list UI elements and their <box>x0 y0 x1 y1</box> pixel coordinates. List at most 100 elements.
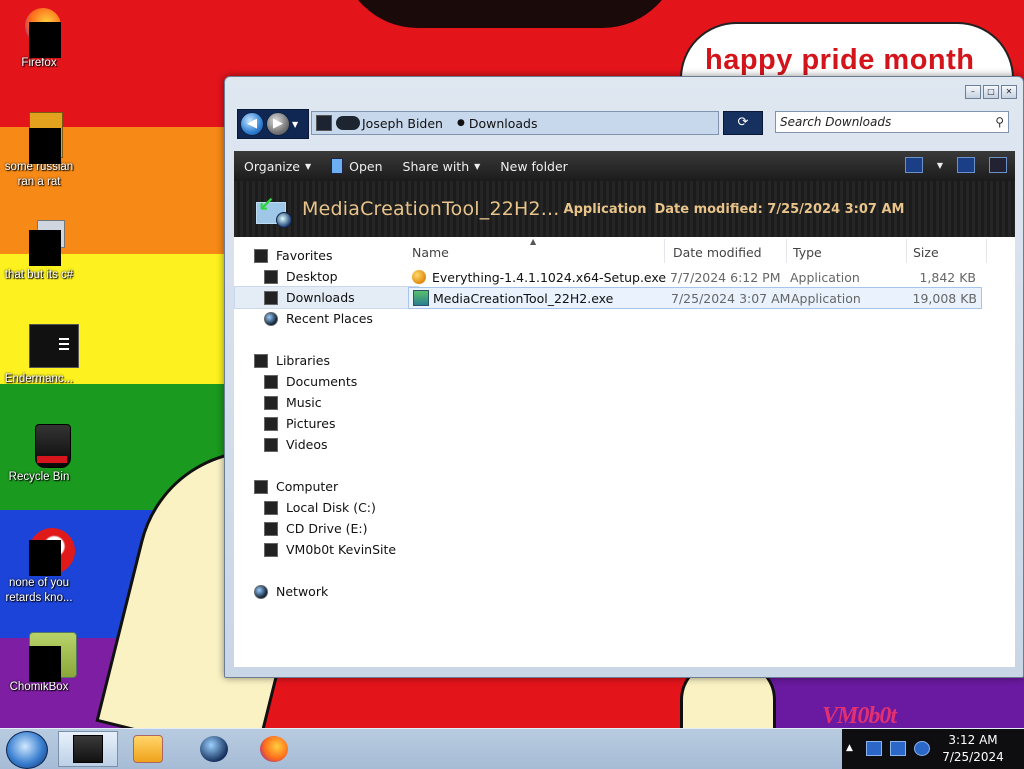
search-box[interactable]: Search Downloads ⚲ <box>775 111 1009 133</box>
nav-network[interactable]: Network <box>254 581 328 602</box>
minimize-button[interactable]: – <box>965 85 981 99</box>
globe-icon <box>200 736 228 762</box>
desktop-icon-firefox[interactable]: Firefox <box>0 6 78 71</box>
star-icon <box>254 248 268 263</box>
nav-label: CD Drive (E:) <box>286 521 368 536</box>
everything-key-icon <box>412 270 426 284</box>
address-bar[interactable]: Joseph Biden ● Downloads <box>311 111 719 135</box>
column-divider[interactable] <box>986 239 987 263</box>
nav-favorites[interactable]: Favorites <box>254 245 332 266</box>
change-view-icon[interactable] <box>904 157 923 173</box>
nav-documents[interactable]: Documents <box>264 371 357 392</box>
nav-desktop[interactable]: Desktop <box>264 266 338 287</box>
selected-file-title: MediaCreationTool_22H2... <box>302 198 560 220</box>
preview-pane-icon[interactable] <box>957 157 975 173</box>
taskbar: ▲ <box>0 728 1024 769</box>
computer-icon <box>254 479 268 494</box>
organize-label: Organize <box>244 158 300 174</box>
taskbar-browser[interactable] <box>184 731 244 767</box>
nav-label: Music <box>286 395 322 410</box>
nav-pictures[interactable]: Pictures <box>264 413 336 434</box>
nav-cd-drive[interactable]: CD Drive (E:) <box>264 518 368 539</box>
column-label: Type <box>793 245 822 260</box>
desktop-icon-recycle-bin[interactable]: Recycle Bin <box>0 420 78 485</box>
column-divider[interactable] <box>664 239 665 263</box>
window-controls: – □ ✕ <box>965 85 1017 99</box>
chomikbox-icon <box>15 630 77 682</box>
nav-label: VM0b0t KevinSite <box>286 542 397 557</box>
details-header: ↙ MediaCreationTool_22H2... Application … <box>234 181 1015 237</box>
nav-music[interactable]: Music <box>264 392 322 413</box>
organize-button[interactable]: Organize ▼ <box>244 159 311 174</box>
column-header-size[interactable]: Size <box>913 245 939 260</box>
file-row[interactable]: Everything-1.4.1.1024.x64-Setup.exe 7/7/… <box>408 267 980 287</box>
desktop-icon-label: Endermanc... <box>4 373 74 385</box>
desktop-icon-none-of-you[interactable]: none of you retards kno... <box>0 526 78 606</box>
nav-label: Network <box>276 584 329 599</box>
action-center-icon[interactable] <box>866 741 882 756</box>
nav-downloads[interactable]: Downloads <box>234 286 419 309</box>
speech-bubble-text: happy pride month <box>705 44 975 76</box>
nav-videos[interactable]: Videos <box>264 434 328 455</box>
new-folder-button[interactable]: New folder <box>500 159 568 174</box>
breadcrumb-separator-icon <box>336 116 360 130</box>
taskbar-media-player[interactable] <box>118 731 178 767</box>
desktop-icon-chomikbox[interactable]: ChomikBox <box>0 630 78 695</box>
network-icon <box>254 584 268 599</box>
nav-local-disk[interactable]: Local Disk (C:) <box>264 497 376 518</box>
clock-date[interactable]: 7/25/2024 <box>926 750 1020 764</box>
desktop-icon-label: that but its c# <box>4 269 74 281</box>
nav-computer[interactable]: Computer <box>254 476 338 497</box>
taskbar-firefox[interactable] <box>244 731 304 767</box>
recent-pages-dropdown[interactable]: ▼ <box>292 120 298 129</box>
nav-libraries[interactable]: Libraries <box>254 350 330 371</box>
firefox-icon <box>15 6 63 58</box>
column-label: Size <box>913 245 939 260</box>
desktop-icon-that-but-csharp[interactable]: that but its c# <box>0 218 78 283</box>
back-button[interactable]: ◀ <box>240 112 264 136</box>
explorer-icon <box>73 735 103 763</box>
chevron-down-icon[interactable]: ▼ <box>937 161 943 170</box>
chevron-right-icon: ● <box>456 118 465 128</box>
help-icon[interactable] <box>989 157 1007 173</box>
maximize-button[interactable]: □ <box>983 85 999 99</box>
view-controls: ▼ <box>904 157 1007 173</box>
open-button[interactable]: Open <box>331 158 383 174</box>
breadcrumb-label: Joseph Biden <box>362 115 443 131</box>
forward-button[interactable]: ▶ <box>266 112 290 136</box>
media-creation-tool-icon <box>413 290 429 306</box>
network-tray-icon[interactable] <box>890 741 906 756</box>
column-divider[interactable] <box>786 239 787 263</box>
breadcrumb-downloads[interactable]: ● Downloads <box>457 116 538 131</box>
start-button[interactable] <box>6 731 48 769</box>
desktop-icon-endermanch[interactable]: Endermanc... <box>0 322 79 387</box>
share-with-button[interactable]: Share with ▼ <box>403 159 481 174</box>
file-row-selected[interactable]: MediaCreationTool_22H2.exe 7/25/2024 3:0… <box>408 287 982 309</box>
clock-time[interactable]: 3:12 AM <box>926 733 1020 747</box>
folder-icon <box>316 115 332 131</box>
refresh-button[interactable]: ⟳ <box>723 111 763 135</box>
search-icon[interactable]: ⚲ <box>995 115 1004 129</box>
documents-icon <box>264 374 278 389</box>
file-date: 7/7/2024 6:12 PM <box>670 269 781 285</box>
desktop-icon-label: none of you retards kno... <box>5 577 73 604</box>
recent-places-icon <box>264 311 278 326</box>
window-body: Favorites Desktop Downloads Recent Place… <box>234 237 1015 667</box>
nav-network-drive[interactable]: VM0b0t KevinSite <box>264 539 396 560</box>
column-divider[interactable] <box>906 239 907 263</box>
column-header-date[interactable]: Date modified <box>673 245 762 260</box>
column-header-name[interactable]: Name <box>412 245 449 260</box>
app-window-icon <box>15 322 79 370</box>
close-button[interactable]: ✕ <box>1001 85 1017 99</box>
show-hidden-icons-icon[interactable]: ▲ <box>846 743 853 753</box>
cd-drive-icon <box>264 521 278 536</box>
breadcrumb-user[interactable]: Joseph Biden <box>362 116 443 131</box>
nav-recent-places[interactable]: Recent Places <box>264 308 373 329</box>
desktop-icon-russian-rat[interactable]: some russian ran a rat <box>0 110 78 190</box>
taskbar-explorer[interactable] <box>58 731 118 767</box>
file-icon <box>15 110 63 164</box>
nav-label: Local Disk (C:) <box>286 500 376 515</box>
column-header-type[interactable]: Type <box>793 245 822 260</box>
nav-label: Computer <box>276 479 339 494</box>
file-type: Application <box>791 290 861 306</box>
